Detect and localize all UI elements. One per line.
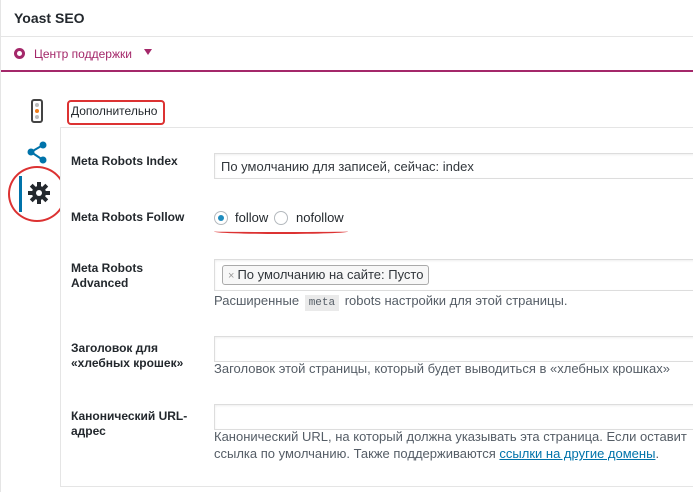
canonical-url-help-line1: Канонический URL, на который должна указ… bbox=[214, 429, 687, 444]
advanced-tag: × По умолчанию на сайте: Пусто bbox=[222, 265, 430, 285]
annotation-box bbox=[67, 100, 165, 125]
canonical-url-input[interactable] bbox=[214, 404, 693, 430]
meta-robots-advanced-label-line2: Advanced bbox=[71, 276, 129, 290]
meta-robots-follow-label: Meta Robots Follow bbox=[71, 210, 185, 224]
help-text-part: ссылка по умолчанию. Также поддерживаютс… bbox=[214, 446, 496, 461]
breadcrumbs-title-label-line1: Заголовок для bbox=[71, 341, 158, 355]
breadcrumbs-title-input[interactable] bbox=[214, 336, 693, 362]
follow-radio[interactable] bbox=[214, 211, 228, 225]
annotation-underline bbox=[214, 229, 348, 234]
help-text-part: robots настройки для этой страницы. bbox=[344, 293, 568, 308]
nofollow-radio[interactable] bbox=[274, 211, 288, 225]
breadcrumbs-title-help: Заголовок этой страницы, который будет в… bbox=[214, 361, 670, 376]
nofollow-radio-label[interactable]: nofollow bbox=[296, 210, 344, 225]
help-center-toggle[interactable]: Центр поддержки bbox=[34, 47, 132, 61]
help-text-part: Расширенные bbox=[214, 293, 300, 308]
help-circle-icon bbox=[14, 48, 25, 59]
metabox-header[interactable]: Yoast SEO bbox=[1, 0, 693, 37]
other-domains-link[interactable]: ссылки на другие домены bbox=[499, 446, 655, 461]
help-text-part: . bbox=[655, 446, 660, 461]
yoast-seo-metabox: Yoast SEO Центр поддержки Дополнительно … bbox=[0, 0, 693, 492]
meta-robots-index-select[interactable]: По умолчанию для записей, сейчас: index bbox=[214, 153, 693, 179]
metabox-title: Yoast SEO bbox=[14, 10, 85, 26]
code-meta: meta bbox=[304, 295, 340, 311]
meta-robots-index-label: Meta Robots Index bbox=[71, 154, 178, 168]
canonical-url-label-line2: адрес bbox=[71, 424, 106, 438]
traffic-light-icon[interactable] bbox=[31, 99, 43, 123]
canonical-url-help-line2: ссылка по умолчанию. Также поддерживаютс… bbox=[214, 445, 659, 462]
meta-robots-advanced-label-line1: Meta Robots bbox=[71, 261, 143, 275]
breadcrumbs-title-label-line2: «хлебных крошек» bbox=[71, 356, 184, 370]
follow-radio-label[interactable]: follow bbox=[235, 210, 268, 225]
meta-robots-advanced-help: Расширенные meta robots настройки для эт… bbox=[214, 292, 567, 312]
advanced-tag-label: По умолчанию на сайте: Пусто bbox=[237, 267, 424, 282]
annotation-circle bbox=[8, 166, 66, 222]
help-center-bar[interactable]: Центр поддержки bbox=[1, 37, 693, 72]
share-icon[interactable] bbox=[25, 141, 49, 165]
caret-down-icon[interactable] bbox=[144, 49, 152, 55]
tag-remove-icon[interactable]: × bbox=[228, 270, 234, 282]
canonical-url-label-line1: Канонический URL- bbox=[71, 409, 188, 423]
